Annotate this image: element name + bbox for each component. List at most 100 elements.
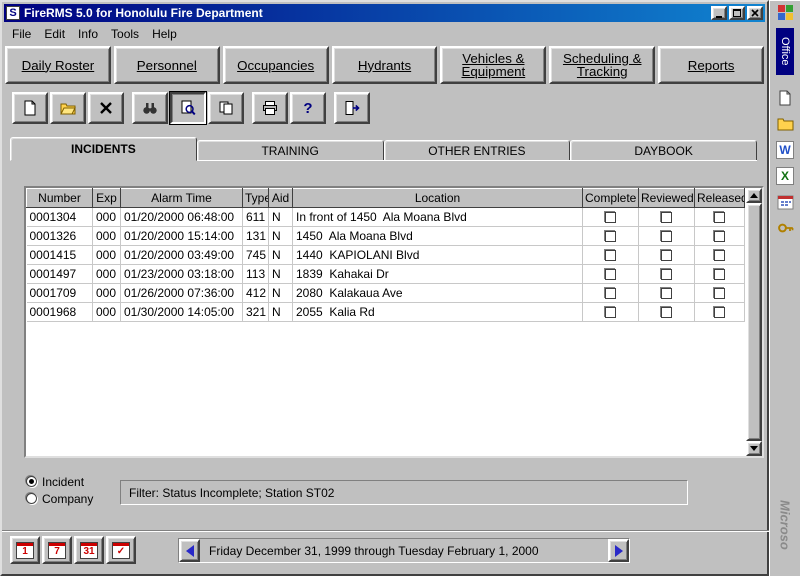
tab-other-entries[interactable]: OTHER ENTRIES (384, 140, 571, 161)
logo-square-green (786, 5, 793, 12)
company-radio[interactable] (26, 493, 37, 504)
previous-period-button[interactable] (179, 539, 200, 562)
menu-help[interactable]: Help (146, 25, 184, 43)
cell-number: 0001709 (27, 284, 93, 303)
help-icon: ? (303, 100, 312, 117)
col-reviewed[interactable]: Reviewed (639, 189, 695, 208)
access-shortcut-button[interactable] (774, 217, 796, 239)
open-office-document-button[interactable] (774, 113, 796, 135)
delete-record-button[interactable] (88, 92, 124, 124)
complete-checkbox[interactable] (605, 231, 616, 242)
menu-info[interactable]: Info (72, 25, 105, 43)
new-office-document-button[interactable] (774, 87, 796, 109)
day-view-button[interactable]: 1 (10, 536, 40, 564)
next-period-button[interactable] (608, 539, 629, 562)
schedule-shortcut-button[interactable] (774, 191, 796, 213)
released-checkbox[interactable] (714, 212, 725, 223)
company-radio-label: Company (42, 492, 93, 506)
col-aid[interactable]: Aid (269, 189, 293, 208)
cell-released (695, 246, 745, 265)
open-record-button[interactable] (50, 92, 86, 124)
find-button[interactable] (132, 92, 168, 124)
tab-incidents[interactable]: INCIDENTS (10, 137, 197, 161)
released-checkbox[interactable] (714, 288, 725, 299)
cell-complete (583, 284, 639, 303)
reviewed-checkbox[interactable] (661, 288, 672, 299)
col-complete[interactable]: Complete (583, 189, 639, 208)
menu-tools[interactable]: Tools (105, 25, 146, 43)
reviewed-checkbox[interactable] (661, 307, 672, 318)
microsoft-branding: Microso (778, 500, 793, 550)
vertical-scrollbar[interactable] (746, 188, 762, 456)
incident-radio[interactable] (26, 476, 37, 487)
nav-daily-roster-button[interactable]: Daily Roster (5, 46, 111, 84)
complete-checkbox[interactable] (605, 288, 616, 299)
title-bar[interactable]: S FireRMS 5.0 for Honolulu Fire Departme… (4, 4, 765, 22)
released-checkbox[interactable] (714, 269, 725, 280)
exit-button[interactable] (334, 92, 370, 124)
select-dates-button[interactable]: ✓ (106, 536, 136, 564)
copy-record-button[interactable] (208, 92, 244, 124)
excel-shortcut-button[interactable]: X (774, 165, 796, 187)
help-button[interactable]: ? (290, 92, 326, 124)
office-bar-title[interactable]: Office (776, 28, 794, 75)
word-shortcut-button[interactable]: W (774, 139, 796, 161)
reviewed-checkbox[interactable] (661, 250, 672, 261)
office-logo-icon[interactable] (778, 5, 793, 20)
access-key-icon (777, 220, 794, 236)
preview-button[interactable] (170, 92, 206, 124)
nav-scheduling-tracking-button[interactable]: Scheduling & Tracking (549, 46, 655, 84)
table-row[interactable]: 0001968 000 01/30/2000 14:05:00 321 N 20… (27, 303, 745, 322)
tab-training[interactable]: TRAINING (197, 140, 384, 161)
scroll-down-button[interactable] (746, 441, 762, 456)
month-view-button[interactable]: 31 (74, 536, 104, 564)
table-row[interactable]: 0001709 000 01/26/2000 07:36:00 412 N 20… (27, 284, 745, 303)
tab-daybook[interactable]: DAYBOOK (570, 140, 757, 161)
col-type[interactable]: Type (243, 189, 269, 208)
table-row[interactable]: 0001415 000 01/20/2000 03:49:00 745 N 14… (27, 246, 745, 265)
minimize-button[interactable] (711, 6, 727, 20)
nav-hydrants-button[interactable]: Hydrants (332, 46, 438, 84)
print-button[interactable] (252, 92, 288, 124)
cell-exp: 000 (93, 303, 121, 322)
released-checkbox[interactable] (714, 307, 725, 318)
reviewed-checkbox[interactable] (661, 212, 672, 223)
menu-file[interactable]: File (6, 25, 38, 43)
complete-checkbox[interactable] (605, 269, 616, 280)
nav-label: Scheduling & Tracking (554, 52, 650, 78)
table-row[interactable]: 0001497 000 01/23/2000 03:18:00 113 N 18… (27, 265, 745, 284)
scrollbar-thumb[interactable] (746, 203, 762, 441)
col-released[interactable]: Released (695, 189, 745, 208)
week-view-button[interactable]: 7 (42, 536, 72, 564)
nav-reports-button[interactable]: Reports (658, 46, 764, 84)
cell-alarm-time: 01/20/2000 03:49:00 (121, 246, 243, 265)
reviewed-checkbox[interactable] (661, 269, 672, 280)
complete-checkbox[interactable] (605, 250, 616, 261)
close-button[interactable] (747, 6, 763, 20)
released-checkbox[interactable] (714, 231, 725, 242)
word-icon: W (776, 141, 794, 159)
new-record-button[interactable] (12, 92, 48, 124)
menu-edit[interactable]: Edit (38, 25, 72, 43)
complete-checkbox[interactable] (605, 307, 616, 318)
schedule-calendar-icon (777, 194, 794, 210)
cell-location: 1839 Kahakai Dr (293, 265, 583, 284)
col-exp[interactable]: Exp (93, 189, 121, 208)
maximize-button[interactable] (729, 6, 745, 20)
scroll-up-button[interactable] (746, 188, 762, 203)
nav-vehicles-equipment-button[interactable]: Vehicles & Equipment (440, 46, 546, 84)
col-number[interactable]: Number (27, 189, 93, 208)
nav-personnel-button[interactable]: Personnel (114, 46, 220, 84)
col-alarm-time[interactable]: Alarm Time (121, 189, 243, 208)
company-radio-row[interactable]: Company (26, 490, 93, 507)
col-location[interactable]: Location (293, 189, 583, 208)
table-row[interactable]: 0001326 000 01/20/2000 15:14:00 131 N 14… (27, 227, 745, 246)
released-checkbox[interactable] (714, 250, 725, 261)
reviewed-checkbox[interactable] (661, 231, 672, 242)
complete-checkbox[interactable] (605, 212, 616, 223)
calendar-view-buttons: 1 7 31 ✓ (10, 536, 136, 564)
incident-radio-row[interactable]: Incident (26, 473, 93, 490)
filter-text: Filter: Status Incomplete; Station ST02 (129, 486, 334, 500)
table-row[interactable]: 0001304 000 01/20/2000 06:48:00 611 N In… (27, 208, 745, 227)
nav-occupancies-button[interactable]: Occupancies (223, 46, 329, 84)
